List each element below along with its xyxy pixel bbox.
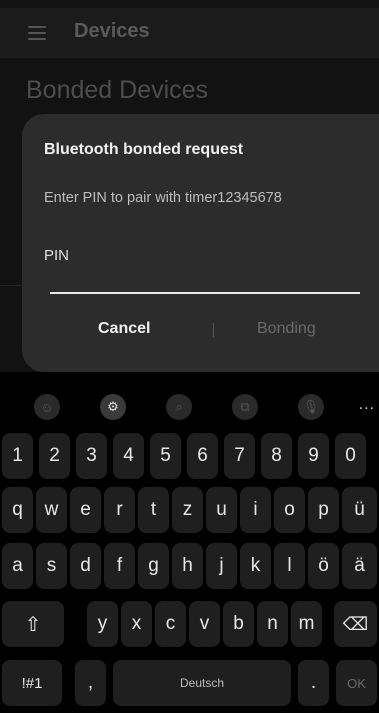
key[interactable]: 2 — [39, 433, 70, 479]
key[interactable]: z — [172, 487, 203, 533]
key[interactable]: e — [70, 487, 101, 533]
key[interactable]: g — [138, 543, 169, 589]
section-title: Bonded Devices — [26, 76, 209, 104]
clipboard-icon[interactable]: ⧉ — [232, 394, 258, 420]
bond-request-dialog: Bluetooth bonded request Enter PIN to pa… — [22, 114, 379, 372]
backspace-icon: ⌫ — [342, 613, 369, 634]
key[interactable]: j — [206, 543, 237, 589]
key[interactable]: i — [240, 487, 271, 533]
bonding-button[interactable]: Bonding — [257, 320, 316, 338]
key[interactable]: l — [274, 543, 305, 589]
comma-key[interactable]: , — [75, 660, 106, 706]
keyboard: ☺ ⚙ ⌕ ⧉ 🎙 ... 1 2 3 4 5 6 7 8 9 0 q w e … — [0, 383, 379, 713]
backspace-key[interactable]: ⌫ — [334, 601, 377, 647]
emoji-icon[interactable]: ☺ — [34, 394, 60, 420]
key[interactable]: 6 — [187, 433, 218, 479]
key[interactable]: y — [87, 601, 118, 647]
key[interactable]: c — [155, 601, 186, 647]
key[interactable]: k — [240, 543, 271, 589]
key[interactable]: h — [172, 543, 203, 589]
menu-icon[interactable] — [28, 26, 46, 40]
key[interactable]: ö — [308, 543, 339, 589]
key[interactable]: 7 — [224, 433, 255, 479]
key[interactable]: o — [274, 487, 305, 533]
cancel-button[interactable]: Cancel — [98, 320, 150, 338]
key[interactable]: d — [70, 543, 101, 589]
key[interactable]: f — [104, 543, 135, 589]
key[interactable]: t — [138, 487, 169, 533]
period-key[interactable]: . — [298, 660, 329, 706]
key[interactable]: w — [36, 487, 67, 533]
ok-key[interactable]: OK — [336, 660, 377, 706]
symbols-key[interactable]: !#1 — [2, 660, 62, 706]
key[interactable]: 3 — [76, 433, 107, 479]
key[interactable]: ü — [342, 487, 377, 533]
key[interactable]: b — [223, 601, 254, 647]
key[interactable]: n — [257, 601, 288, 647]
microphone-icon[interactable]: 🎙 — [298, 394, 324, 420]
key[interactable]: 4 — [113, 433, 144, 479]
key[interactable]: r — [104, 487, 135, 533]
key[interactable]: ä — [342, 543, 377, 589]
key[interactable]: 5 — [150, 433, 181, 479]
key[interactable]: p — [308, 487, 339, 533]
space-key[interactable]: Deutsch — [113, 660, 291, 706]
key[interactable]: 9 — [298, 433, 329, 479]
key[interactable]: 1 — [2, 433, 33, 479]
key[interactable]: q — [2, 487, 33, 533]
app-bar: Devices — [0, 8, 379, 58]
button-separator — [213, 323, 214, 337]
keyboard-toolbar: ☺ ⚙ ⌕ ⧉ 🎙 ... — [0, 383, 379, 429]
pin-label: PIN — [44, 247, 70, 264]
key[interactable]: m — [291, 601, 322, 647]
key[interactable]: a — [2, 543, 33, 589]
more-icon[interactable]: ... — [359, 396, 375, 414]
key[interactable]: v — [189, 601, 220, 647]
settings-icon[interactable]: ⚙ — [100, 394, 126, 420]
dialog-title: Bluetooth bonded request — [44, 141, 244, 158]
app-bar-title: Devices — [74, 20, 150, 42]
key[interactable]: 8 — [261, 433, 292, 479]
key[interactable]: s — [36, 543, 67, 589]
key[interactable]: 0 — [335, 433, 366, 479]
pin-input-underline — [50, 292, 360, 294]
shift-icon: ⇧ — [24, 613, 42, 636]
key[interactable]: u — [206, 487, 237, 533]
shift-key[interactable]: ⇧ — [2, 601, 64, 647]
key[interactable]: x — [121, 601, 152, 647]
search-icon[interactable]: ⌕ — [166, 394, 192, 420]
dialog-message: Enter PIN to pair with timer12345678 — [44, 190, 282, 206]
